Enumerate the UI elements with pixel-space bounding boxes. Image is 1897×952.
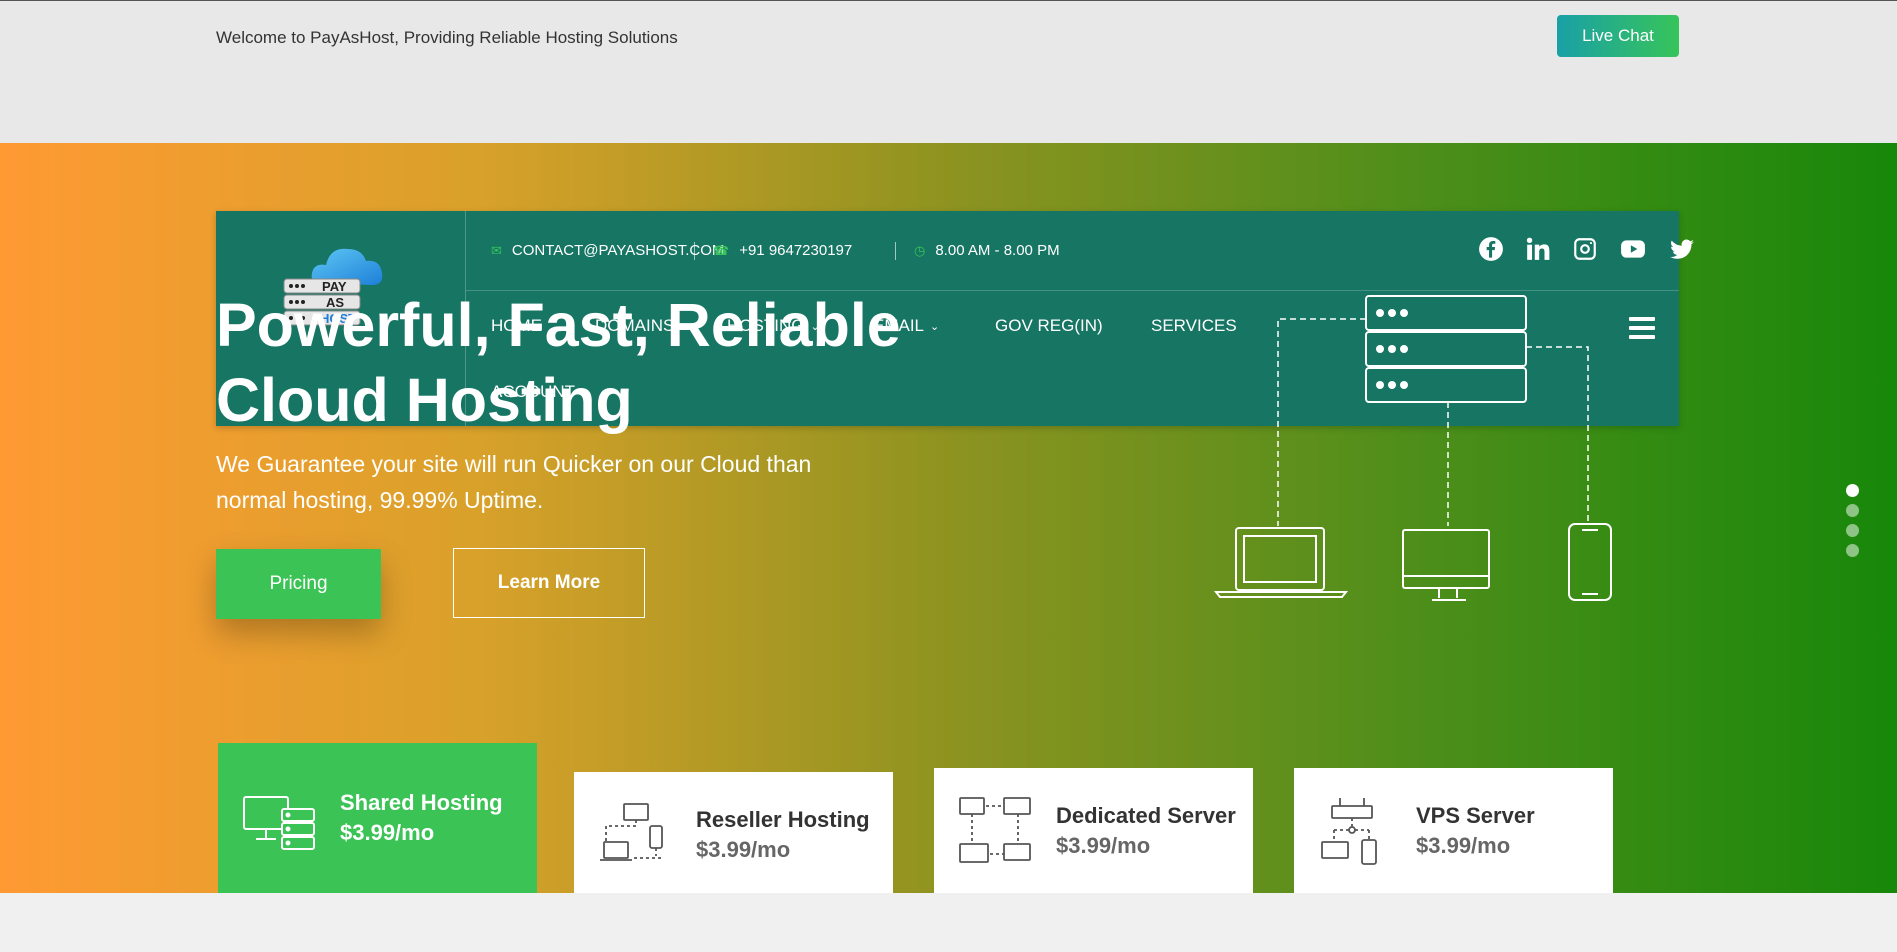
plan-price: $3.99/mo	[340, 820, 435, 845]
plan-title: Reseller Hosting	[696, 807, 870, 832]
contact-bar: ✉ CONTACT@PAYASHOST.COM ☎ +91 9647230197…	[466, 211, 1694, 291]
live-chat-button[interactable]: Live Chat	[1557, 15, 1679, 57]
plan-price: $3.99/mo	[696, 837, 791, 862]
twitter-icon[interactable]	[1668, 235, 1696, 263]
contact-email[interactable]: ✉ CONTACT@PAYASHOST.COM	[491, 242, 724, 259]
top-bar: Welcome to PayAsHost, Providing Reliable…	[0, 0, 1897, 143]
clock-icon: ◷	[914, 242, 926, 258]
plan-card-shared-hosting[interactable]: Shared Hosting $3.99/mo	[218, 743, 537, 893]
plan-card-vps-server[interactable]: VPS Server $3.99/mo	[1294, 768, 1613, 893]
slider-dot-3[interactable]	[1846, 524, 1859, 537]
reseller-hosting-icon	[600, 803, 663, 861]
shared-hosting-icon	[243, 796, 315, 850]
dedicated-server-icon	[959, 797, 1031, 863]
page-bottom	[0, 893, 1897, 952]
slider-pagination	[1846, 484, 1859, 557]
instagram-icon[interactable]	[1571, 235, 1599, 263]
hero-headline: Powerful, Fast, Reliable Cloud Hosting	[216, 291, 901, 434]
nav-gov-reg[interactable]: GOV REG(IN)	[995, 316, 1103, 336]
plan-title: Shared Hosting	[340, 790, 503, 815]
plan-title: Dedicated Server	[1056, 803, 1236, 828]
contact-phone[interactable]: ☎ +91 9647230197	[713, 242, 852, 259]
slider-dot-4[interactable]	[1846, 544, 1859, 557]
plan-price: $3.99/mo	[1056, 833, 1151, 858]
learn-more-button[interactable]: Learn More	[453, 548, 645, 618]
envelope-icon: ✉	[491, 242, 502, 258]
divider	[694, 242, 695, 260]
contact-hours: ◷ 8.00 AM - 8.00 PM	[914, 242, 1060, 259]
facebook-icon[interactable]	[1477, 235, 1505, 263]
plan-card-dedicated-server[interactable]: Dedicated Server $3.99/mo	[934, 768, 1253, 893]
phone-icon: ☎	[713, 242, 730, 258]
plan-card-reseller-hosting[interactable]: Reseller Hosting $3.99/mo	[574, 772, 893, 893]
hero-subheadline: We Guarantee your site will run Quicker …	[216, 451, 812, 513]
plan-title: VPS Server	[1416, 803, 1535, 828]
plan-price: $3.99/mo	[1416, 833, 1511, 858]
cloud-network-illustration	[1213, 295, 1612, 601]
vps-server-icon	[1321, 798, 1377, 865]
slider-dot-2[interactable]	[1846, 504, 1859, 517]
linkedin-icon[interactable]	[1524, 235, 1552, 263]
slider-dot-1[interactable]	[1846, 484, 1859, 497]
chevron-down-icon: ⌄	[930, 320, 940, 333]
divider	[895, 242, 896, 260]
menu-hamburger-icon[interactable]	[1629, 317, 1655, 339]
pricing-button[interactable]: Pricing	[216, 549, 381, 619]
youtube-icon[interactable]	[1619, 235, 1647, 263]
welcome-text: Welcome to PayAsHost, Providing Reliable…	[216, 28, 678, 47]
